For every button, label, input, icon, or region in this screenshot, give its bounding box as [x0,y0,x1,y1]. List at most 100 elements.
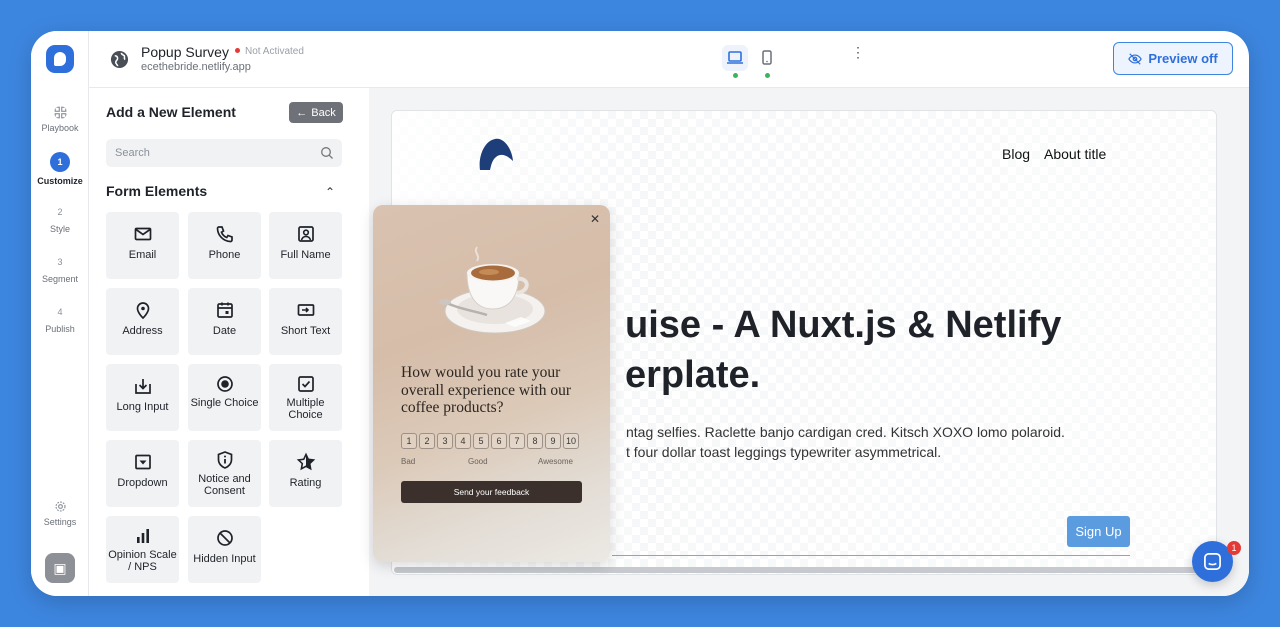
eye-off-icon [1128,52,1143,65]
step-number: 4 [57,307,63,317]
step-playbook[interactable]: Playbook [31,106,89,133]
shield-info-icon [217,451,232,469]
scale-option[interactable]: 8 [527,433,543,449]
gear-icon [54,501,66,512]
close-icon[interactable]: ✕ [590,212,600,226]
mail-icon [134,227,151,241]
rating-scale: 1 2 3 4 5 6 7 8 9 10 [401,433,579,449]
divider [612,555,1130,556]
element-phone[interactable]: Phone [188,212,261,279]
hero-paragraph-line1: ntag selfies. Raclette banjo cardigan cr… [626,424,1065,440]
site-url: ecethebride.netlify.app [141,61,251,73]
chat-icon [1204,553,1221,570]
step-number: 1 [50,152,70,172]
top-bar: Popup Survey Not Activated ecethebride.n… [89,31,1249,88]
frame-horizontal-scrollbar[interactable] [394,567,1214,573]
nav-link-blog[interactable]: Blog [1002,146,1030,162]
settings-item[interactable]: Settings [31,500,89,527]
radio-icon [216,376,233,392]
grid-icon [54,106,66,119]
section-title: Form Elements [106,183,208,199]
step-number: 3 [57,257,63,267]
laptop-icon [727,51,743,64]
scale-option[interactable]: 3 [437,433,453,449]
input-icon [297,304,314,316]
element-rating[interactable]: Rating [269,440,342,507]
app-logo[interactable] [46,45,74,73]
arrow-left-icon: ← [296,106,308,119]
back-button[interactable]: ← Back [289,102,343,123]
element-full-name[interactable]: Full Name [269,212,342,279]
element-notice-consent[interactable]: Notice and Consent [188,440,261,507]
scale-mid-label: Good [468,457,488,466]
app-window: Playbook 1 Customize 2 Style 3 Segment 4… [31,31,1249,596]
briefcase-icon[interactable]: ▣ [45,553,75,583]
element-dropdown[interactable]: Dropdown [106,440,179,507]
search-icon [321,147,333,159]
scale-option[interactable]: 1 [401,433,417,449]
elements-panel: Add a New Element ← Back Search Form Ele… [89,88,369,596]
element-long-input[interactable]: Long Input [106,364,179,431]
search-placeholder: Search [115,147,150,159]
preview-label: Preview off [1148,51,1218,66]
search-input[interactable]: Search [106,139,342,167]
signup-button[interactable]: Sign Up [1067,516,1130,547]
step-label: Publish [45,324,75,334]
element-email[interactable]: Email [106,212,179,279]
step-label: Playbook [41,123,79,133]
download-box-icon [134,379,151,394]
step-style[interactable]: 2 Style [31,204,89,234]
scale-option[interactable]: 10 [563,433,579,449]
scale-option[interactable]: 6 [491,433,507,449]
send-feedback-button[interactable]: Send your feedback [401,481,582,503]
desktop-view-button[interactable] [722,45,748,78]
left-rail: Playbook 1 Customize 2 Style 3 Segment 4… [31,31,89,596]
element-hidden-input[interactable]: Hidden Input [188,516,261,583]
calendar-icon [216,302,233,318]
coffee-cup-image [439,246,546,334]
site-logo-icon [479,138,513,170]
phone-icon [216,226,233,243]
scale-option[interactable]: 5 [473,433,489,449]
hero-paragraph-line2: t four dollar toast leggings typewriter … [626,444,942,460]
step-publish[interactable]: 4 Publish [31,304,89,334]
status-badge: Not Activated [235,46,304,57]
scale-option[interactable]: 9 [545,433,561,449]
element-address[interactable]: Address [106,288,179,355]
step-label: Segment [41,274,79,284]
step-number: 2 [57,207,63,217]
dropdown-icon [134,454,151,470]
element-date[interactable]: Date [188,288,261,355]
element-opinion-scale[interactable]: Opinion Scale / NPS [106,516,179,583]
step-label: Customize [37,176,83,186]
hero-title-line1: uise - A Nuxt.js & Netlify [625,304,1062,346]
step-customize[interactable]: 1 Customize [31,152,89,186]
element-short-text[interactable]: Short Text [269,288,342,355]
page-title: Popup Survey [141,44,229,60]
phone-device-icon [762,50,772,65]
more-options-icon[interactable]: ⋮ [851,45,865,59]
hero-title-line2: erplate. [625,354,761,396]
scale-option[interactable]: 2 [419,433,435,449]
bar-chart-icon [136,529,149,543]
survey-question: How would you rate your overall experien… [401,364,571,416]
panel-title: Add a New Element [106,104,236,120]
element-single-choice[interactable]: Single Choice [188,364,261,431]
element-multiple-choice[interactable]: Multiple Choice [269,364,342,431]
star-icon [296,452,315,471]
scale-high-label: Awesome [538,457,573,466]
scale-option[interactable]: 7 [509,433,525,449]
mobile-view-button[interactable] [754,45,780,78]
checkbox-icon [297,376,314,392]
nav-link-about[interactable]: About title [1044,146,1106,162]
hidden-icon [216,530,233,546]
survey-popup: ✕ How would you rate your overall experi… [373,205,610,562]
step-segment[interactable]: 3 Segment [31,254,89,284]
user-icon [297,226,314,242]
pin-icon [136,302,149,320]
scale-option[interactable]: 4 [455,433,471,449]
settings-label: Settings [43,517,77,527]
chevron-up-icon[interactable]: ⌃ [325,185,335,199]
preview-toggle-button[interactable]: Preview off [1113,42,1233,75]
scale-low-label: Bad [401,457,416,466]
